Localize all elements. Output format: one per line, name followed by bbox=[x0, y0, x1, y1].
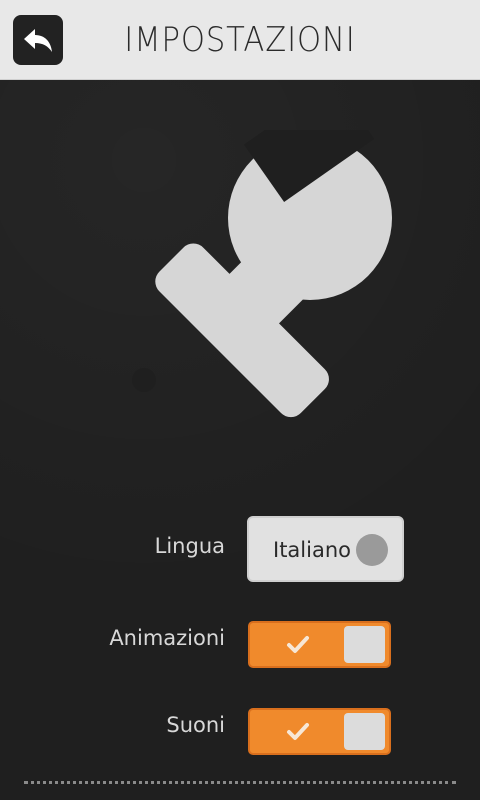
header-bar: IMPOSTAZIONI bbox=[0, 0, 480, 80]
sounds-toggle[interactable] bbox=[248, 708, 391, 755]
animations-toggle[interactable] bbox=[248, 621, 391, 668]
check-icon bbox=[287, 723, 309, 740]
toggle-knob bbox=[344, 713, 385, 750]
language-value: Italiano bbox=[273, 538, 351, 562]
check-icon bbox=[287, 636, 309, 653]
language-select[interactable]: Italiano bbox=[247, 516, 404, 582]
language-label: Lingua bbox=[154, 534, 225, 558]
dotted-divider bbox=[24, 781, 456, 784]
animations-label: Animazioni bbox=[109, 626, 225, 650]
sounds-label: Suoni bbox=[166, 713, 225, 737]
radio-dot-icon bbox=[356, 534, 388, 566]
toggle-knob bbox=[344, 626, 385, 663]
settings-screen: IMPOSTAZIONI Lingua Italiano Animazioni … bbox=[0, 0, 480, 800]
page-title: IMPOSTAZIONI bbox=[124, 20, 356, 60]
wrench-icon bbox=[132, 130, 392, 418]
